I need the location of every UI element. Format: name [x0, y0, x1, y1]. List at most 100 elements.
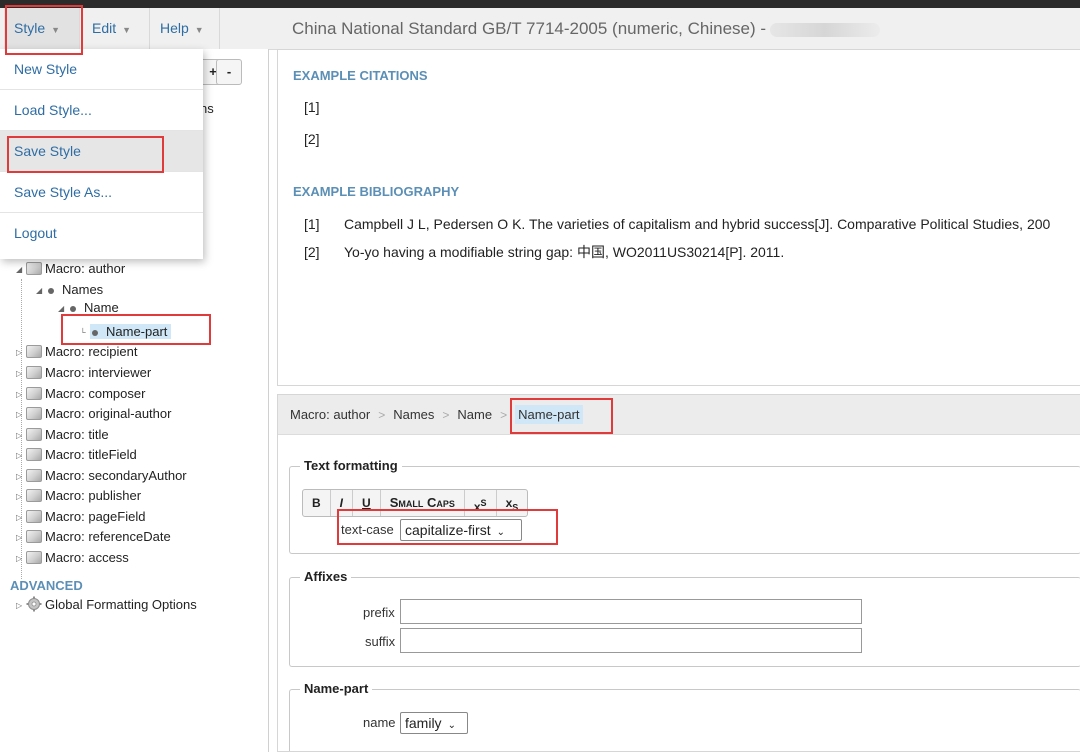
- style-menu-button[interactable]: Style ▼: [4, 8, 80, 49]
- tree-node-macro-title[interactable]: ▷ Macro: title: [16, 425, 109, 445]
- underline-button[interactable]: U: [353, 490, 381, 516]
- example-citations-heading: EXAMPLE CITATIONS: [293, 68, 428, 83]
- tree-node-label: Macro: publisher: [45, 488, 142, 503]
- tree-node-macro-interviewer[interactable]: ▷ Macro: interviewer: [16, 363, 151, 383]
- macro-cube-icon: [26, 448, 42, 461]
- tree-node-label: Names: [62, 282, 104, 297]
- node-dot-icon: [70, 305, 76, 312]
- breadcrumb-item[interactable]: Name: [457, 407, 492, 422]
- macro-cube-icon: [26, 366, 42, 379]
- tree-node-macro-reference-date[interactable]: ▷ Macro: referenceDate: [16, 527, 171, 547]
- caret-down-icon: ▼: [51, 25, 61, 35]
- tree-node-label: Global Formatting Options: [45, 597, 197, 612]
- tree-node-macro-publisher[interactable]: ▷ Macro: publisher: [16, 486, 141, 506]
- bibliography-number: [1]: [304, 216, 320, 232]
- tree-node-label: Name-part: [106, 324, 168, 339]
- menu-item-save-style[interactable]: Save Style: [0, 131, 203, 172]
- node-dot-icon: [48, 287, 54, 294]
- tree-node-macro-author[interactable]: ◢ Macro: author: [16, 259, 125, 279]
- tree-node-label: Macro: recipient: [45, 344, 138, 359]
- tree-node-macro-composer[interactable]: ▷ Macro: composer: [16, 384, 145, 404]
- top-strip: [0, 0, 1080, 8]
- prefix-input[interactable]: [400, 599, 862, 624]
- macro-cube-icon: [26, 530, 42, 543]
- bold-button[interactable]: B: [303, 490, 331, 516]
- bibliography-text: Campbell J L, Pedersen O K. The varietie…: [344, 216, 1051, 232]
- tree-node-macro-original-author[interactable]: ▷ Macro: original-author: [16, 404, 171, 424]
- superscript-button[interactable]: xS: [465, 490, 497, 516]
- text-case-select[interactable]: capitalize-first ⌄: [400, 519, 522, 541]
- style-dropdown-menu: New Style Load Style... Save Style Save …: [0, 49, 203, 259]
- text-formatting-group: Text formatting B I U Small Caps xS xS t…: [289, 458, 1080, 554]
- breadcrumb-item[interactable]: Names: [393, 407, 434, 422]
- example-bibliography-heading: EXAMPLE BIBLIOGRAPHY: [293, 184, 460, 199]
- collapsed-triangle-icon: ▷: [16, 347, 23, 357]
- expanded-triangle-icon: ◢: [36, 285, 43, 295]
- name-attribute-value: family: [405, 715, 442, 731]
- tree-node-label: Macro: pageField: [45, 509, 146, 524]
- macro-cube-icon: [26, 407, 42, 420]
- affixes-group: Affixes prefix suffix: [289, 569, 1080, 667]
- tree-node-label: Macro: author: [45, 261, 126, 276]
- macro-cube-icon: [26, 345, 42, 358]
- menu-item-logout[interactable]: Logout: [0, 213, 203, 254]
- collapse-button[interactable]: -: [216, 59, 242, 85]
- menu-item-load-style[interactable]: Load Style...: [0, 90, 203, 131]
- tree-node-name-part[interactable]: └ Name-part: [80, 322, 172, 342]
- collapsed-triangle-icon: ▷: [16, 471, 23, 481]
- macro-cube-icon: [26, 469, 42, 482]
- help-menu-button[interactable]: Help ▼: [150, 8, 220, 49]
- menu-item-new-style[interactable]: New Style: [0, 49, 203, 90]
- tree-node-label: Macro: titleField: [45, 447, 137, 462]
- name-attribute-label: name: [363, 715, 396, 730]
- small-caps-button[interactable]: Small Caps: [381, 490, 465, 516]
- tree-node-label: Macro: access: [45, 550, 129, 565]
- breadcrumb-separator: >: [500, 408, 508, 422]
- node-editor-pane: Macro: author > Names > Name > Name-part Text …: [277, 394, 1080, 752]
- subscript-button[interactable]: xS: [497, 490, 528, 516]
- tree-node-macro-pagefield[interactable]: ▷ Macro: pageField: [16, 507, 145, 527]
- affixes-legend: Affixes: [300, 569, 352, 584]
- chevron-down-icon: ⌄: [447, 720, 456, 731]
- breadcrumb: Macro: author > Names > Name > Name-part: [278, 395, 1080, 435]
- caret-down-icon: ▼: [122, 25, 132, 35]
- text-formatting-legend: Text formatting: [300, 458, 402, 473]
- tree-node-macro-secondary-author[interactable]: ▷ Macro: secondaryAuthor: [16, 466, 187, 486]
- tree-node-label: Name: [84, 301, 119, 313]
- text-case-label: text-case: [341, 522, 394, 537]
- macro-cube-icon: [26, 428, 42, 441]
- superscript-base: x: [473, 500, 481, 514]
- tree-node-label: Macro: secondaryAuthor: [45, 468, 187, 483]
- menu-bar: Style ▼ Edit ▼ Help ▼ China National Standa…: [0, 8, 1080, 50]
- bibliography-text: Yo-yo having a modifiable string gap: 中国…: [344, 244, 785, 260]
- example-citation: [1]: [304, 99, 320, 115]
- caret-down-icon: ▼: [194, 25, 204, 35]
- tree-node-macro-recipient[interactable]: ▷ Macro: recipient: [16, 342, 137, 362]
- breadcrumb-separator: >: [442, 408, 450, 422]
- tree-node-label: Macro: referenceDate: [45, 529, 171, 544]
- suffix-input[interactable]: [400, 628, 862, 653]
- name-part-group: Name-part name family ⌄: [289, 681, 1080, 751]
- breadcrumb-item[interactable]: Macro: author: [290, 407, 370, 422]
- collapsed-triangle-icon: ▷: [16, 553, 23, 563]
- collapsed-triangle-icon: ▷: [16, 512, 23, 522]
- tree-node-global-formatting[interactable]: ▷ Global Formatting Options: [16, 595, 197, 615]
- name-part-legend: Name-part: [300, 681, 373, 696]
- italic-button[interactable]: I: [331, 490, 354, 516]
- collapsed-triangle-icon: ▷: [16, 430, 23, 440]
- edit-menu-button[interactable]: Edit ▼: [82, 8, 150, 49]
- tree-node-names[interactable]: ◢ Names: [36, 280, 103, 300]
- breadcrumb-separator: >: [378, 408, 386, 422]
- edit-menu-label: Edit: [92, 20, 117, 36]
- name-attribute-select[interactable]: family ⌄: [400, 712, 468, 734]
- macro-cube-icon: [26, 510, 42, 523]
- tree-node-macro-titlefield[interactable]: ▷ Macro: titleField: [16, 445, 137, 465]
- macro-cube-icon: [26, 262, 42, 275]
- menu-item-save-style-as[interactable]: Save Style As...: [0, 172, 203, 213]
- suffix-label: suffix: [365, 634, 396, 649]
- tree-node-macro-access[interactable]: ▷ Macro: access: [16, 548, 129, 568]
- collapsed-triangle-icon: ▷: [16, 491, 23, 501]
- macro-cube-icon: [26, 551, 42, 564]
- tree-node-name[interactable]: ◢ Name: [58, 301, 119, 313]
- tree-node-label: Macro: composer: [45, 386, 146, 401]
